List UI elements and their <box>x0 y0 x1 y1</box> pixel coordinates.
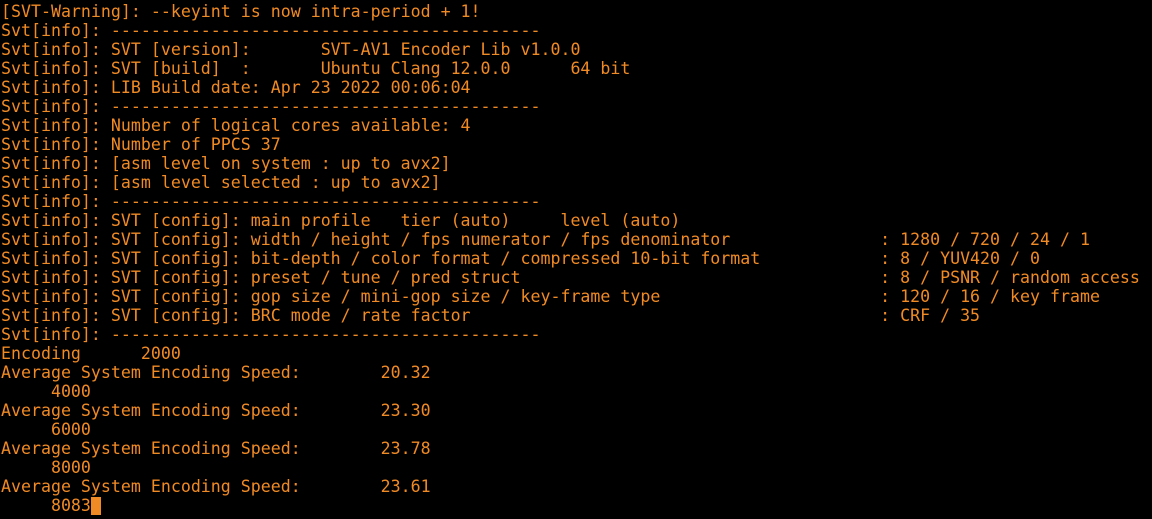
terminal-line: Svt[info]: Number of logical cores avail… <box>1 116 471 135</box>
terminal-line: Svt[info]: SVT [config]: main profile ti… <box>1 211 681 230</box>
terminal-line: Svt[info]: SVT [config]: gop size / mini… <box>1 287 1100 306</box>
terminal-current-output: 8083 <box>1 496 91 515</box>
terminal-line: Svt[info]: SVT [config]: width / height … <box>1 230 1090 249</box>
terminal-line: Svt[info]: LIB Build date: Apr 23 2022 0… <box>1 78 471 97</box>
terminal-line: 4000 <box>1 382 91 401</box>
terminal-line: 6000 <box>1 420 91 439</box>
terminal-cursor <box>90 497 101 515</box>
terminal-line: Svt[info]: SVT [build] : Ubuntu Clang 12… <box>1 59 631 78</box>
terminal-input-line[interactable]: 8083 <box>1 496 1152 515</box>
terminal-line: 8000 <box>1 458 91 477</box>
terminal-line: Svt[info]: SVT [version]: SVT-AV1 Encode… <box>1 40 581 59</box>
terminal-line: Average System Encoding Speed: 23.61 <box>1 477 431 496</box>
terminal-line: Svt[info]: SVT [config]: bit-depth / col… <box>1 249 1040 268</box>
terminal-window[interactable]: [SVT-Warning]: --keyint is now intra-per… <box>0 0 1152 519</box>
terminal-line: Svt[info]: -----------------------------… <box>1 21 541 40</box>
terminal-line: [SVT-Warning]: --keyint is now intra-per… <box>1 2 481 21</box>
terminal-line: Svt[info]: -----------------------------… <box>1 97 541 116</box>
terminal-line: Average System Encoding Speed: 23.78 <box>1 439 431 458</box>
terminal-line: Encoding 2000 <box>1 344 181 363</box>
terminal-line: Svt[info]: SVT [config]: preset / tune /… <box>1 268 1140 287</box>
terminal-line: Svt[info]: SVT [config]: BRC mode / rate… <box>1 306 981 325</box>
terminal-line: Svt[info]: [asm level selected : up to a… <box>1 173 441 192</box>
terminal-line: Average System Encoding Speed: 23.30 <box>1 401 431 420</box>
terminal-line: Svt[info]: -----------------------------… <box>1 325 541 344</box>
terminal-line: Svt[info]: [asm level on system : up to … <box>1 154 451 173</box>
terminal-line: Svt[info]: -----------------------------… <box>1 192 541 211</box>
terminal-line: Average System Encoding Speed: 20.32 <box>1 363 431 382</box>
terminal-line: Svt[info]: Number of PPCS 37 <box>1 135 281 154</box>
